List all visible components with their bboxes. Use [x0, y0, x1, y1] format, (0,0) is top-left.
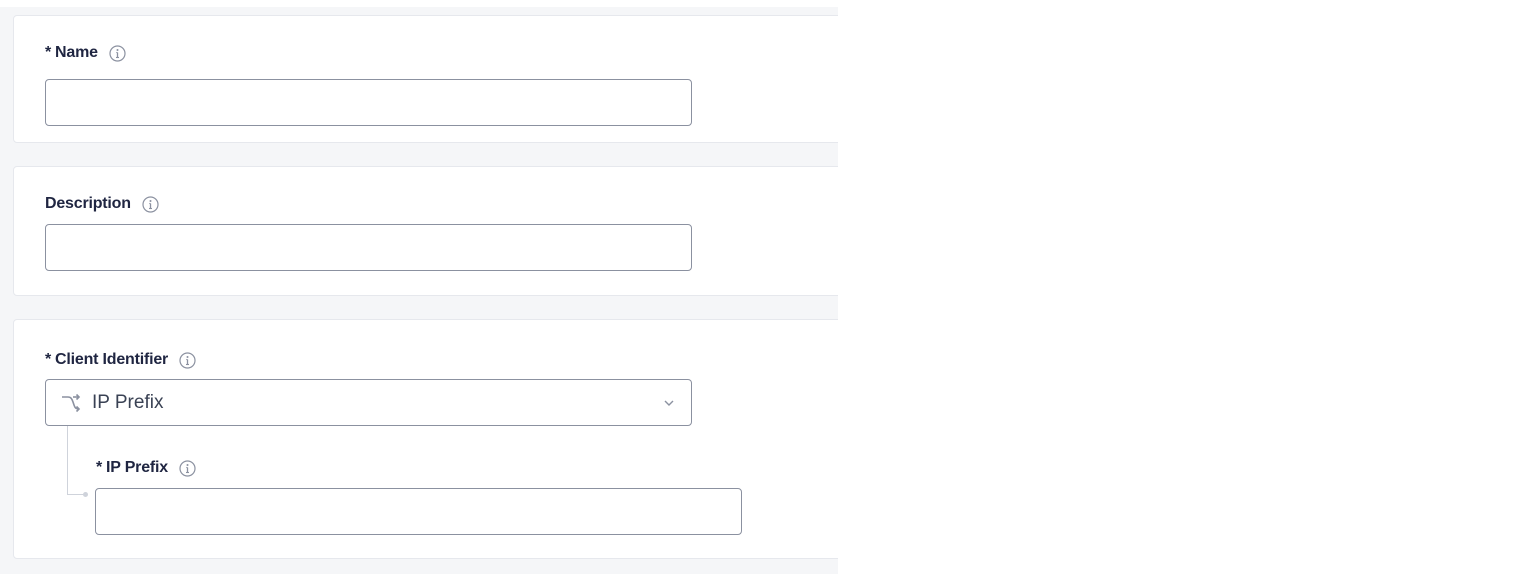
- client-identifier-card: * Client Identifier IP Prefix * IP Prefi…: [13, 319, 838, 559]
- route-icon: [60, 392, 82, 414]
- info-icon[interactable]: [109, 44, 126, 62]
- form-canvas: * Name Description * Client Identifier I…: [0, 7, 838, 574]
- chevron-down-icon: [663, 396, 675, 408]
- client-identifier-label: Client Identifier: [55, 351, 169, 368]
- required-mark: *: [45, 351, 52, 368]
- description-label-row: Description: [45, 195, 159, 213]
- description-input[interactable]: [45, 224, 692, 271]
- client-identifier-selected-value: IP Prefix: [92, 391, 164, 413]
- info-icon[interactable]: [142, 195, 159, 213]
- required-mark: *: [96, 459, 103, 476]
- client-identifier-select[interactable]: IP Prefix: [45, 379, 692, 426]
- ip-prefix-label: IP Prefix: [106, 459, 168, 476]
- name-input[interactable]: [45, 79, 692, 126]
- ip-prefix-input[interactable]: [95, 488, 742, 535]
- tree-connector: [67, 494, 84, 495]
- name-label-row: * Name: [45, 44, 126, 62]
- description-card: Description: [13, 166, 838, 296]
- ip-prefix-label-row: * IP Prefix: [96, 459, 196, 477]
- description-label: Description: [45, 195, 131, 212]
- required-mark: *: [45, 44, 52, 61]
- name-card: * Name: [13, 15, 838, 143]
- name-label: Name: [55, 44, 98, 61]
- client-identifier-label-row: * Client Identifier: [45, 351, 196, 369]
- info-icon[interactable]: [179, 351, 196, 369]
- tree-connector: [67, 426, 68, 494]
- info-icon[interactable]: [179, 459, 196, 477]
- tree-connector-dot: [83, 492, 88, 497]
